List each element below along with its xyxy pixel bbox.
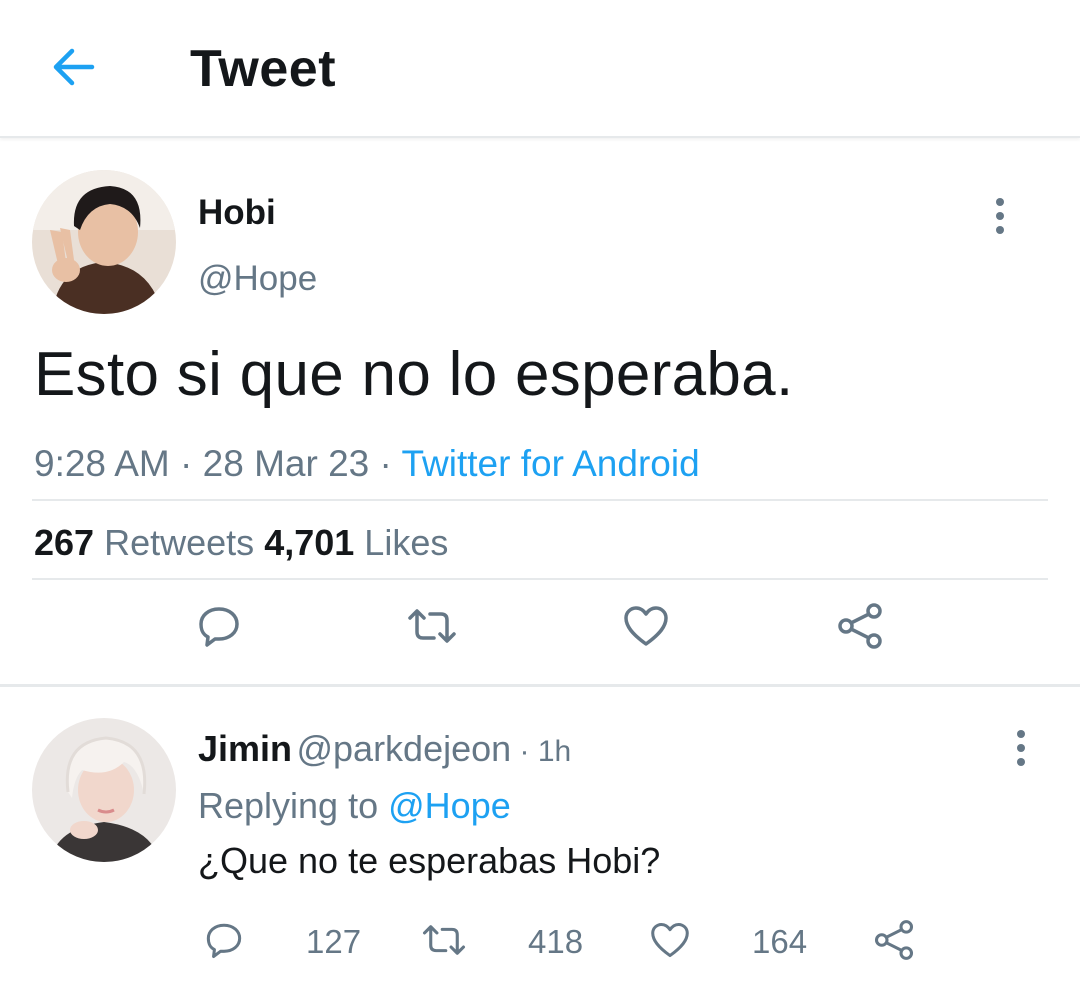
share-icon: [873, 919, 915, 966]
retweet-icon: [406, 606, 458, 651]
reply-icon: [204, 920, 244, 965]
reply-time-separator: ·: [511, 735, 538, 768]
retweets-stat[interactable]: 267 Retweets: [34, 522, 254, 563]
meta-separator: ·: [169, 443, 203, 484]
reply-more-options-button[interactable]: [1001, 718, 1041, 778]
replying-label: Replying to: [198, 785, 379, 826]
arrow-left-icon: [50, 47, 96, 92]
like-icon: [622, 604, 670, 653]
reply-icon: [196, 603, 242, 654]
share-icon: [836, 602, 884, 655]
tweet-stats: 267 Retweets 4,701 Likes: [34, 522, 448, 564]
more-options-button[interactable]: [980, 186, 1020, 246]
retweets-label: Retweets: [104, 522, 255, 563]
tweet-date: 28 Mar 23: [202, 443, 370, 484]
retweet-count: 418: [528, 923, 584, 960]
retweets-count: 267: [34, 522, 95, 563]
like-count: 164: [752, 923, 808, 960]
page-title: Tweet: [190, 40, 337, 98]
reply-time: 1h: [537, 735, 572, 768]
replying-to: Replying to @Hope: [198, 785, 511, 827]
tweet-time: 9:28 AM: [34, 443, 170, 484]
reply-header: Jimin @parkdejeon · 1h: [198, 728, 571, 778]
reply-retweet-button[interactable]: [420, 918, 468, 966]
top-bar: Tweet: [0, 0, 1080, 138]
share-button[interactable]: [832, 600, 888, 656]
meta-separator: ·: [369, 443, 402, 484]
like-button[interactable]: [618, 600, 674, 656]
reply-author-avatar[interactable]: [32, 718, 176, 862]
tweet-meta: 9:28 AM · 28 Mar 23 · Twitter for Androi…: [34, 443, 700, 485]
reply-author-name[interactable]: Jimin: [198, 728, 292, 769]
author-name[interactable]: Hobi: [198, 193, 276, 233]
like-icon: [649, 921, 691, 964]
retweet-button[interactable]: [404, 600, 460, 656]
reply-text: ¿Que no te esperabas Hobi?: [198, 840, 661, 881]
more-vert-icon: [996, 198, 1004, 206]
reply-author-handle[interactable]: @parkdejeon: [296, 728, 511, 769]
likes-label: Likes: [364, 522, 449, 563]
tweet-text: Esto si que no lo esperaba.: [34, 340, 794, 409]
reply-count: 127: [306, 923, 362, 960]
likes-stat[interactable]: 4,701 Likes: [264, 522, 448, 563]
likes-count: 4,701: [264, 522, 355, 563]
retweet-icon: [421, 922, 467, 963]
author-handle[interactable]: @Hope: [198, 259, 317, 299]
author-avatar[interactable]: [32, 170, 176, 314]
reply-reply-button[interactable]: [200, 918, 248, 966]
reply-share-button[interactable]: [870, 918, 918, 966]
divider: [32, 578, 1048, 580]
reply-button[interactable]: [191, 600, 247, 656]
tweet-source-link[interactable]: Twitter for Android: [401, 443, 699, 484]
replying-mention-link[interactable]: @Hope: [388, 785, 511, 826]
reply-like-button[interactable]: [646, 918, 694, 966]
section-divider: [0, 684, 1080, 687]
back-button[interactable]: [44, 40, 102, 98]
more-vert-icon: [1017, 730, 1025, 738]
divider: [32, 499, 1048, 501]
